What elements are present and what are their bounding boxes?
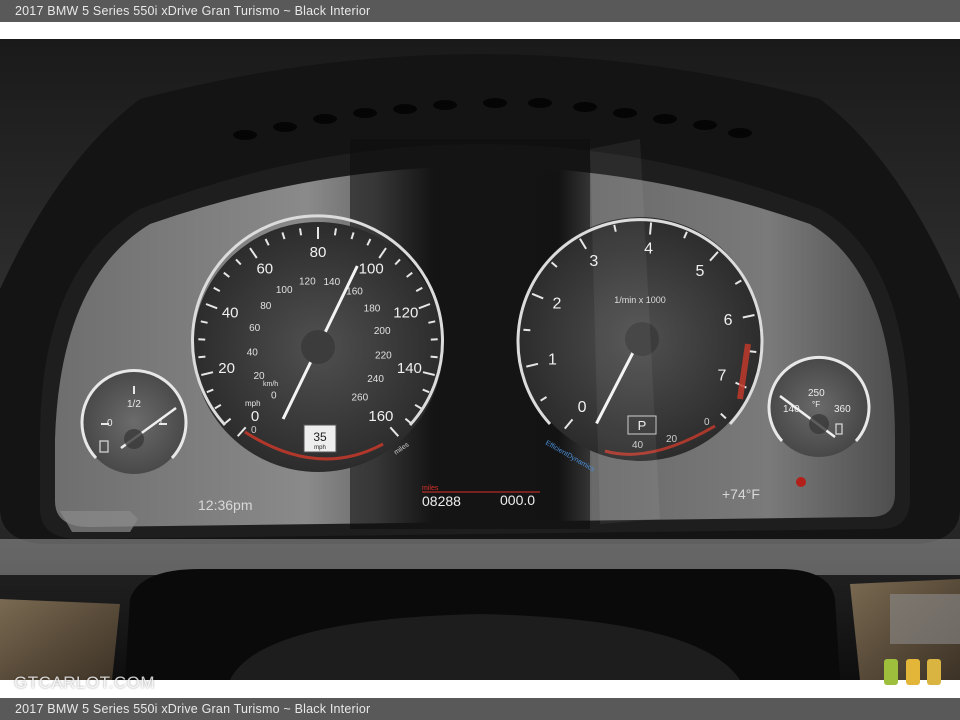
odometer: 08288 bbox=[422, 493, 461, 509]
speedo-label-mph: 0 bbox=[251, 408, 259, 425]
tacho-label: 7 bbox=[717, 368, 726, 385]
tacho-tick bbox=[523, 328, 531, 332]
tacho-tick bbox=[649, 222, 653, 235]
tacho-label: 2 bbox=[553, 295, 562, 312]
tacho-label: 1 bbox=[548, 351, 557, 368]
fuel-label-half: 1/2 bbox=[127, 399, 141, 410]
tacho-label: 5 bbox=[696, 263, 705, 280]
warning-light-icon bbox=[796, 477, 806, 487]
caption-bottom: 2017 BMW 5 Series 550i xDrive Gran Turis… bbox=[0, 698, 960, 720]
speedo-label-kmh: 160 bbox=[346, 287, 363, 298]
speedo-tick bbox=[299, 228, 303, 236]
clock: 12:36pm bbox=[198, 497, 252, 513]
speedo-label-mph: 120 bbox=[393, 304, 418, 321]
speedo-unit-kmh: km/h bbox=[263, 381, 278, 388]
tacho-label: 6 bbox=[724, 312, 733, 329]
speedo-label-kmh: 120 bbox=[299, 277, 316, 288]
caption-top: 2017 BMW 5 Series 550i xDrive Gran Turis… bbox=[0, 0, 960, 22]
badge-icon-green bbox=[884, 659, 898, 685]
temp-label-mid: 250 bbox=[808, 388, 825, 399]
speedo-label-kmh: 140 bbox=[323, 277, 340, 288]
eco-label-0: 0 bbox=[704, 417, 710, 428]
speedo-tick bbox=[430, 355, 438, 359]
speedo-label-mph: 60 bbox=[256, 260, 273, 277]
speedo-label-kmh: 240 bbox=[367, 374, 384, 385]
speedo-label-mph: 40 bbox=[222, 304, 239, 321]
fuel-gauge: 0 1/2 1 bbox=[80, 369, 188, 474]
speedo-label-kmh: 260 bbox=[351, 393, 368, 404]
speedo-bottom-zero: 0 bbox=[251, 425, 257, 436]
speed-limit-value: 35 bbox=[313, 430, 327, 444]
temp-unit: °F bbox=[812, 400, 820, 409]
speedo-label-kmh: 220 bbox=[375, 351, 392, 362]
instrument-cluster-photo: 0 1/2 1 0 20 40 60 80 100 120 140 160 0 20 40 60 80 1… bbox=[0, 39, 960, 680]
speedo-label-kmh: 100 bbox=[276, 285, 293, 296]
badge-icon-yellow bbox=[927, 659, 941, 685]
speedo-unit-mph: mph bbox=[245, 399, 261, 408]
eco-label-20: 20 bbox=[666, 434, 678, 445]
speedo-tick bbox=[198, 355, 206, 359]
speedo-label-mph: 80 bbox=[310, 244, 327, 261]
badge-icon-orange bbox=[906, 659, 920, 685]
outside-temp: +74°F bbox=[722, 486, 760, 502]
tacho-tick bbox=[749, 350, 757, 353]
speedo-label-mph: 100 bbox=[359, 260, 384, 277]
trip-meter: 000.0 bbox=[500, 492, 535, 508]
temp-label-high: 360 bbox=[834, 404, 851, 415]
speedo-label-mph: 20 bbox=[218, 360, 235, 377]
speedo-label-kmh: 80 bbox=[260, 301, 272, 312]
speedo-label-kmh: 0 bbox=[271, 391, 277, 402]
speedo-label-kmh: 200 bbox=[374, 326, 391, 337]
odometer-unit: miles bbox=[422, 485, 439, 492]
speedo-label-mph: 160 bbox=[368, 408, 393, 425]
fuel-label-empty: 0 bbox=[107, 418, 113, 429]
speedo-label-kmh: 60 bbox=[249, 323, 261, 334]
speedo-label-kmh: 180 bbox=[364, 304, 381, 315]
speedo-label-mph: 140 bbox=[397, 360, 422, 377]
speed-limit-unit: mph bbox=[314, 445, 326, 451]
speedo-label-kmh: 40 bbox=[247, 348, 259, 359]
watermark-logo: GTCARLOT.COM bbox=[14, 673, 156, 692]
speedo-tick bbox=[333, 228, 337, 236]
tacho-label: 0 bbox=[578, 399, 587, 416]
